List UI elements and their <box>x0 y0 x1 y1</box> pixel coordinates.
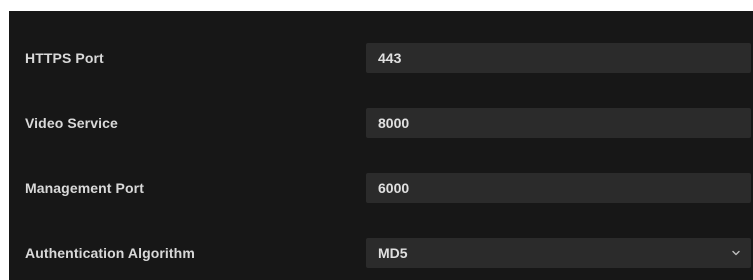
settings-panel: HTTPS Port 443 Video Service 8000 Manage… <box>9 11 753 280</box>
video-service-row: Video Service 8000 <box>9 108 753 138</box>
https-port-input[interactable]: 443 <box>366 43 751 73</box>
video-service-label: Video Service <box>25 115 118 131</box>
chevron-down-icon <box>732 250 740 256</box>
management-port-label: Management Port <box>25 180 144 196</box>
authentication-algorithm-label: Authentication Algorithm <box>25 245 195 261</box>
https-port-row: HTTPS Port 443 <box>9 43 753 73</box>
video-service-input[interactable]: 8000 <box>366 108 751 138</box>
management-port-input[interactable]: 6000 <box>366 173 751 203</box>
authentication-algorithm-value: MD5 <box>378 245 408 261</box>
authentication-algorithm-row: Authentication Algorithm MD5 <box>9 238 753 268</box>
management-port-row: Management Port 6000 <box>9 173 753 203</box>
authentication-algorithm-select[interactable]: MD5 <box>366 238 751 268</box>
https-port-label: HTTPS Port <box>25 50 104 66</box>
